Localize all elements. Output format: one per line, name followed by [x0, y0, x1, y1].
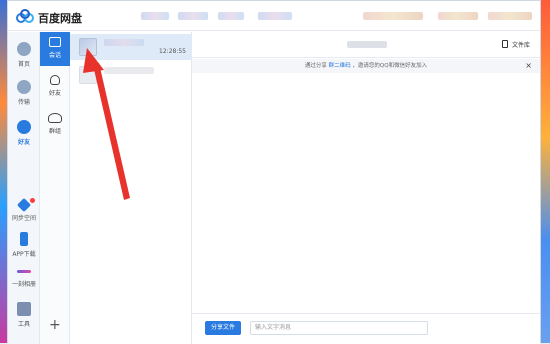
transfer-icon — [17, 80, 31, 94]
avatar — [79, 66, 97, 84]
subnav-item-label: 群组 — [48, 128, 61, 135]
subnav-item-label: 好友 — [48, 90, 61, 97]
sidebar-item-transfer[interactable]: 传输 — [8, 80, 40, 106]
album-icon — [17, 270, 31, 273]
sidebar-item-friends[interactable]: 好友 — [8, 120, 40, 146]
friends-icon — [17, 120, 31, 134]
message-input-bar: 分享文件 输入文字消息 — [192, 313, 540, 343]
subnav-item-label: 会话 — [48, 52, 61, 59]
chat-panel: 文件库 通过分享 群二维码 ，邀请您的QQ和微信好友加入 × 分享文件 输入文字… — [192, 32, 540, 344]
avatar — [79, 38, 97, 56]
desktop-background-right — [541, 0, 550, 343]
chat-bubble-icon — [49, 37, 61, 47]
sidebar-item-label: 好友 — [17, 139, 30, 146]
sidebar-item-home[interactable]: 首页 — [8, 42, 40, 68]
person-icon — [50, 75, 60, 85]
sidebar-item-sync[interactable]: 同步空间 — [8, 197, 40, 222]
file-library-button[interactable]: 文件库 — [501, 40, 530, 49]
message-input[interactable]: 输入文字消息 — [250, 321, 428, 335]
notification-badge — [30, 198, 35, 203]
sync-icon — [16, 197, 32, 213]
conversation-list: 12:28:55 — [70, 32, 192, 344]
conversation-item[interactable] — [70, 62, 192, 88]
redacted-text — [218, 12, 244, 20]
add-icon[interactable]: + — [49, 317, 61, 333]
subnav-item-sessions[interactable]: 会话 — [40, 32, 70, 66]
subnav-item-groups[interactable]: 群组 — [40, 108, 70, 142]
file-library-icon — [501, 40, 508, 48]
sidebar-item-label: 一刻相册 — [11, 281, 36, 288]
left-sidebar: 首页 传输 好友 同步空间 APP下载 一刻相册 工具 — [8, 32, 40, 344]
redacted-text — [363, 12, 423, 20]
sidebar-item-label: 工具 — [17, 321, 30, 328]
title-bar: 百度网盘 — [8, 1, 540, 31]
conversation-time: 12:28:55 — [159, 48, 186, 55]
sidebar-item-label: 传输 — [17, 99, 30, 106]
cloud-icon — [17, 42, 31, 56]
redacted-text — [488, 12, 532, 20]
sidebar-item-app-download[interactable]: APP下载 — [8, 232, 40, 258]
friends-subnav: 会话 好友 群组 + — [40, 32, 70, 344]
sidebar-item-label: 同步空间 — [11, 215, 36, 222]
chat-header: 文件库 — [192, 32, 540, 58]
redacted-text — [438, 12, 478, 20]
app-title: 百度网盘 — [38, 12, 82, 25]
sidebar-item-label: APP下载 — [12, 251, 36, 258]
tools-icon — [17, 302, 31, 316]
redacted-text — [178, 12, 208, 20]
desktop-background-left — [0, 0, 7, 343]
file-library-label: 文件库 — [511, 42, 530, 49]
baidu-netdisk-logo-icon — [16, 9, 34, 23]
share-file-button[interactable]: 分享文件 — [205, 321, 241, 335]
sidebar-item-label: 首页 — [17, 61, 30, 68]
redacted-chat-title — [347, 41, 387, 48]
redacted-text — [258, 12, 292, 20]
invite-notice-bar: 通过分享 群二维码 ，邀请您的QQ和微信好友加入 × — [192, 59, 540, 73]
redacted-name — [104, 67, 154, 74]
subnav-item-friends[interactable]: 好友 — [40, 70, 70, 104]
conversation-item[interactable]: 12:28:55 — [70, 34, 192, 60]
phone-icon — [20, 232, 28, 246]
sidebar-item-album[interactable]: 一刻相册 — [8, 264, 40, 288]
sidebar-item-tools[interactable]: 工具 — [8, 302, 40, 328]
redacted-text — [141, 12, 169, 20]
close-icon[interactable]: × — [525, 59, 532, 73]
group-icon — [48, 113, 62, 123]
notice-suffix: ，邀请您的QQ和微信好友加入 — [350, 63, 428, 69]
baidu-netdisk-window: 百度网盘 首页 传输 好友 同步空间 APP下载 一刻相册 工具 会话 好友 群… — [7, 0, 541, 344]
qr-code-link[interactable]: 群二维码 — [329, 63, 351, 69]
notice-prefix: 通过分享 — [304, 63, 329, 69]
redacted-name — [104, 39, 144, 46]
